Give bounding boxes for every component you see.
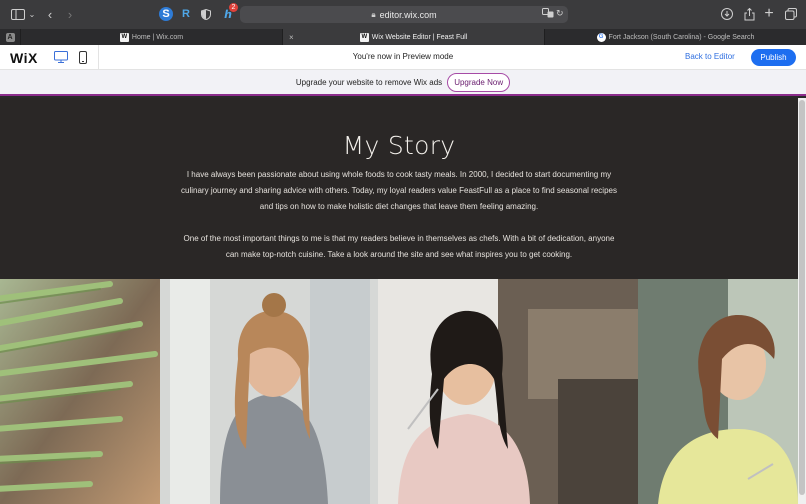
pinned-tab-icon: A [5, 32, 15, 42]
shield-icon[interactable] [199, 7, 213, 21]
google-favicon-icon: G [596, 32, 606, 42]
page-title: My Story [342, 131, 456, 160]
tab-wix-editor[interactable]: × W Wix Website Editor | Feast Full [282, 29, 544, 45]
browser-toolbar: ⌄ ‹ › S R ℎ 2 🔒︎ editor.wix.com ↻ + [0, 0, 806, 29]
wix-preview-bar: WiX You're now in Preview mode Back to E… [0, 45, 806, 70]
mobile-view-icon[interactable] [74, 49, 92, 65]
asparagus-photo [0, 279, 160, 504]
tab-label: Fort Jackson (South Carolina) - Google S… [608, 33, 755, 41]
woman-eating-photo [378, 279, 638, 504]
upgrade-message: Upgrade your website to remove Wix ads [295, 77, 443, 87]
reload-icon[interactable]: ↻ [556, 8, 564, 19]
url-text: editor.wix.com [379, 9, 437, 20]
upgrade-now-button[interactable]: Upgrade Now [447, 72, 511, 92]
back-arrow-icon[interactable]: ‹ [44, 5, 56, 23]
publish-button[interactable]: Publish [751, 49, 796, 66]
story-paragraph-1: I have always been passionate about usin… [181, 170, 617, 211]
upgrade-banner: Upgrade your website to remove Wix ads U… [0, 70, 806, 96]
share-icon[interactable] [742, 5, 756, 23]
wix-favicon-icon: W [359, 32, 369, 42]
wix-logo: WiX [10, 50, 38, 66]
tab-overview-icon[interactable] [784, 5, 798, 23]
woman-laughing-photo [638, 279, 798, 504]
lock-icon: 🔒︎ [371, 9, 376, 19]
wix-favicon-icon: W [119, 32, 129, 42]
extension-badge: 2 [229, 3, 238, 12]
tab-bar: A W Home | Wix.com × W Wix Website Edito… [0, 29, 806, 45]
tab-label: Wix Website Editor | Feast Full [371, 33, 468, 41]
sidebar-icon[interactable] [10, 5, 26, 23]
new-tab-icon[interactable]: + [763, 5, 775, 23]
extension-s-icon[interactable]: S [159, 7, 173, 21]
scrollbar-thumb[interactable] [799, 100, 805, 495]
desktop-view-icon[interactable] [52, 49, 70, 65]
close-icon[interactable]: × [289, 33, 294, 42]
woman-smiling-photo [160, 279, 378, 504]
story-paragraph-2: One of the most important things to me i… [183, 234, 615, 259]
site-content: My Story I have always been passionate a… [0, 98, 798, 504]
tab-google-search[interactable]: G Fort Jackson (South Carolina) - Google… [544, 29, 806, 45]
forward-arrow-icon[interactable]: › [64, 5, 76, 23]
download-icon[interactable] [720, 5, 734, 23]
tab-home-wix[interactable]: W Home | Wix.com [20, 29, 282, 45]
tab-label: Home | Wix.com [131, 33, 184, 41]
scrollbar[interactable] [798, 98, 806, 504]
translate-icon[interactable] [542, 8, 554, 20]
chevron-down-icon[interactable]: ⌄ [28, 5, 36, 23]
extension-r-icon[interactable]: R [179, 7, 193, 21]
pinned-tab[interactable]: A [0, 29, 20, 45]
back-to-editor-link[interactable]: Back to Editor [685, 52, 735, 61]
address-bar[interactable]: 🔒︎ editor.wix.com ↻ [240, 6, 568, 23]
divider [98, 45, 99, 70]
photo-strip [0, 279, 798, 504]
